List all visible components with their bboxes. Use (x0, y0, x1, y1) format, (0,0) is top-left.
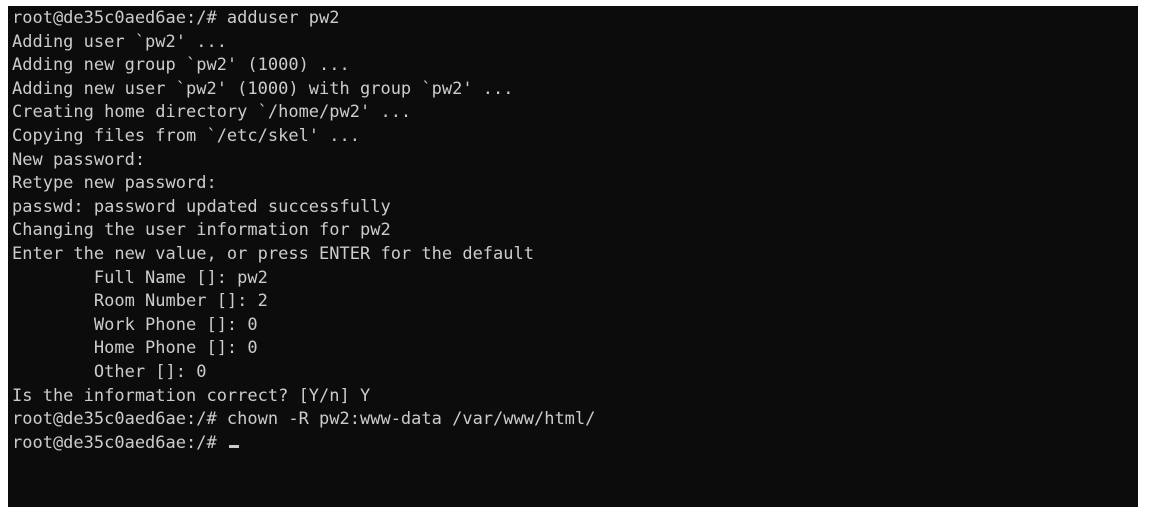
terminal-line: Work Phone []: 0 (12, 314, 258, 335)
terminal-line: Full Name []: pw2 (12, 267, 268, 288)
terminal-line: New password: (12, 149, 146, 170)
terminal-line: Home Phone []: 0 (12, 338, 258, 359)
terminal-line: passwd: password updated successfully (12, 196, 391, 217)
terminal-line: Other []: 0 (12, 361, 207, 382)
terminal-line: Retype new password: (12, 173, 217, 194)
terminal-line: Enter the new value, or press ENTER for … (12, 243, 534, 264)
terminal-line: Adding user `pw2' ... (12, 31, 227, 52)
terminal-line: Copying files from `/etc/skel' ... (12, 125, 360, 146)
terminal-line: root@de35c0aed6ae:/# chown -R pw2:www-da… (12, 409, 596, 430)
terminal-line: Is the information correct? [Y/n] Y (12, 385, 371, 406)
terminal-line: Adding new group `pw2' (1000) ... (12, 55, 350, 76)
terminal-line: root@de35c0aed6ae:/# adduser pw2 (12, 8, 340, 28)
terminal-line: Adding new user `pw2' (1000) with group … (12, 78, 514, 99)
terminal-line: Creating home directory `/home/pw2' ... (12, 102, 412, 123)
terminal-window[interactable]: root@de35c0aed6ae:/# adduser pw2 Adding … (8, 6, 1138, 507)
terminal-line: Changing the user information for pw2 (12, 220, 391, 241)
terminal-prompt-line[interactable]: root@de35c0aed6ae:/# (12, 432, 1138, 456)
terminal-line: Room Number []: 2 (12, 291, 268, 312)
prompt-text: root@de35c0aed6ae:/# (12, 432, 227, 453)
text-cursor (228, 444, 239, 448)
